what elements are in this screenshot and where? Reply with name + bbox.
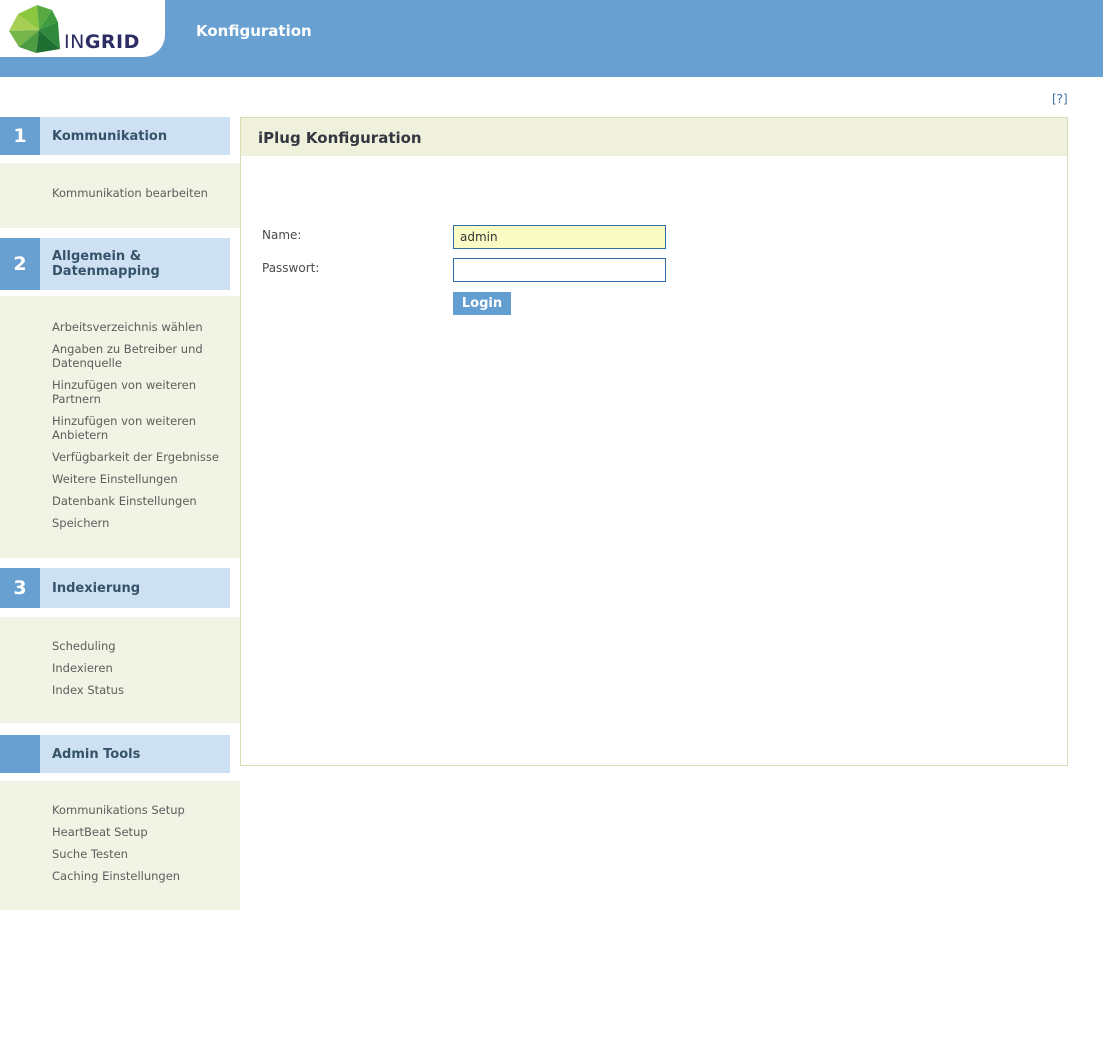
login-button[interactable]: Login [453, 292, 511, 315]
section-label-admin-tools: Admin Tools [40, 735, 230, 773]
app-title: Konfiguration [196, 22, 312, 40]
sidebar-panel-allgemein-datenmapping: Arbeitsverzeichnis wählen Angaben zu Bet… [0, 296, 240, 558]
sidebar-panel-kommunikation: Kommunikation bearbeiten [0, 163, 240, 228]
sidebar-panel-indexierung: Scheduling Indexieren Index Status [0, 617, 240, 723]
sidebar-item-hinzufuegen-partnern[interactable]: Hinzufügen von weiteren Partnern [52, 378, 234, 406]
section-number-1: 1 [0, 117, 40, 155]
name-label: Name: [262, 228, 302, 242]
sidebar-item-caching-einstellungen[interactable]: Caching Einstellungen [52, 869, 234, 883]
sidebar-item-scheduling[interactable]: Scheduling [52, 639, 234, 653]
section-label-allgemein-datenmapping: Allgemein & Datenmapping [40, 238, 230, 290]
sidebar-item-kommunikations-setup[interactable]: Kommunikations Setup [52, 803, 234, 817]
ingrid-logo[interactable]: INGRID [0, 0, 165, 57]
screen: Konfiguration INGRID [?] 1 Kommunikation… [0, 0, 1103, 1053]
password-label: Passwort: [262, 261, 320, 275]
section-number-3: 3 [0, 568, 40, 608]
password-input[interactable] [453, 258, 666, 282]
sidebar-item-arbeitsverzeichnis-waehlen[interactable]: Arbeitsverzeichnis wählen [52, 320, 234, 334]
sidebar-section-header-kommunikation: 1 Kommunikation [0, 117, 230, 155]
brand-grid: GRID [84, 31, 140, 53]
sidebar-section-header-indexierung: 3 Indexierung [0, 568, 230, 608]
sidebar-item-weitere-einstellungen[interactable]: Weitere Einstellungen [52, 472, 234, 486]
sidebar-item-verfuegbarkeit-ergebnisse[interactable]: Verfügbarkeit der Ergebnisse [52, 450, 234, 464]
brand-wordmark: INGRID [64, 31, 140, 53]
help-link[interactable]: [?] [1052, 92, 1068, 106]
brand-in: IN [64, 31, 85, 53]
sidebar-item-suche-testen[interactable]: Suche Testen [52, 847, 234, 861]
sidebar-item-kommunikation-bearbeiten[interactable]: Kommunikation bearbeiten [52, 186, 234, 200]
section-label-kommunikation: Kommunikation [40, 117, 230, 155]
content-header: iPlug Konfiguration [241, 118, 1067, 156]
section-number-admin [0, 735, 40, 773]
sidebar-item-speichern[interactable]: Speichern [52, 516, 234, 530]
section-label-indexierung: Indexierung [40, 568, 230, 608]
content-panel: iPlug Konfiguration Name: Passwort: Logi… [240, 117, 1068, 766]
header-bar: Konfiguration [0, 0, 1103, 77]
sidebar-item-angaben-betreiber-datenquelle[interactable]: Angaben zu Betreiber und Datenquelle [52, 342, 234, 370]
sidebar-panel-admin-tools: Kommunikations Setup HeartBeat Setup Suc… [0, 781, 240, 910]
page-title: iPlug Konfiguration [258, 129, 422, 147]
name-input[interactable] [453, 225, 666, 249]
sidebar-item-index-status[interactable]: Index Status [52, 683, 234, 697]
sidebar-section-header-allgemein-datenmapping: 2 Allgemein & Datenmapping [0, 238, 230, 290]
sidebar-item-indexieren[interactable]: Indexieren [52, 661, 234, 675]
sidebar-section-header-admin-tools: Admin Tools [0, 735, 230, 773]
sidebar-item-hinzufuegen-anbietern[interactable]: Hinzufügen von weiteren Anbietern [52, 414, 234, 442]
sidebar-item-heartbeat-setup[interactable]: HeartBeat Setup [52, 825, 234, 839]
ingrid-gem-icon [9, 5, 60, 53]
sidebar-item-datenbank-einstellungen[interactable]: Datenbank Einstellungen [52, 494, 234, 508]
section-number-2: 2 [0, 238, 40, 290]
